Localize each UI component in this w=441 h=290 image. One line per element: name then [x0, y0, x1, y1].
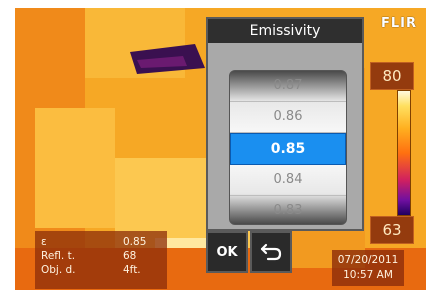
- time-text: 10:57 AM: [343, 269, 393, 281]
- brand-logo: FLIR: [381, 16, 418, 31]
- param-label: ε: [41, 236, 47, 248]
- param-label: Refl. t.: [41, 250, 76, 262]
- picker-option-selected[interactable]: 0.85: [230, 133, 346, 165]
- picker-option[interactable]: 0.87: [230, 71, 346, 102]
- param-value: 68: [123, 250, 137, 262]
- param-value: 0.85: [123, 236, 147, 248]
- scale-min-value: 63: [370, 216, 414, 244]
- param-label: Obj. d.: [41, 264, 76, 276]
- picker-option[interactable]: 0.84: [230, 165, 346, 196]
- dialog-title: Emissivity: [208, 19, 362, 43]
- picker-option[interactable]: 0.83: [230, 196, 346, 224]
- scale-max-value: 80: [370, 62, 414, 90]
- param-row-object-distance: Obj. d. 4ft.: [41, 263, 161, 277]
- temperature-scale-bar: [397, 90, 411, 216]
- param-value: 4ft.: [123, 264, 141, 276]
- thermal-screen: FLIR 80 63 ε 0.85 Refl. t. 68 Obj. d. 4f…: [15, 8, 426, 290]
- emissivity-dialog: Emissivity 0.87 0.86 0.85 0.84 0.83: [206, 17, 364, 231]
- ok-button[interactable]: OK: [206, 231, 248, 273]
- picker-option[interactable]: 0.86: [230, 102, 346, 133]
- date-text: 07/20/2011: [337, 254, 399, 266]
- param-row-reflected-temp: Refl. t. 68: [41, 249, 161, 263]
- date-time-display: 07/20/2011 10:57 AM: [332, 250, 404, 286]
- emissivity-picker[interactable]: 0.87 0.86 0.85 0.84 0.83: [229, 70, 347, 225]
- param-row-emissivity: ε 0.85: [41, 235, 161, 249]
- measurement-parameters: ε 0.85 Refl. t. 68 Obj. d. 4ft.: [35, 231, 167, 289]
- return-arrow-icon: [260, 243, 282, 261]
- back-button[interactable]: [250, 231, 292, 273]
